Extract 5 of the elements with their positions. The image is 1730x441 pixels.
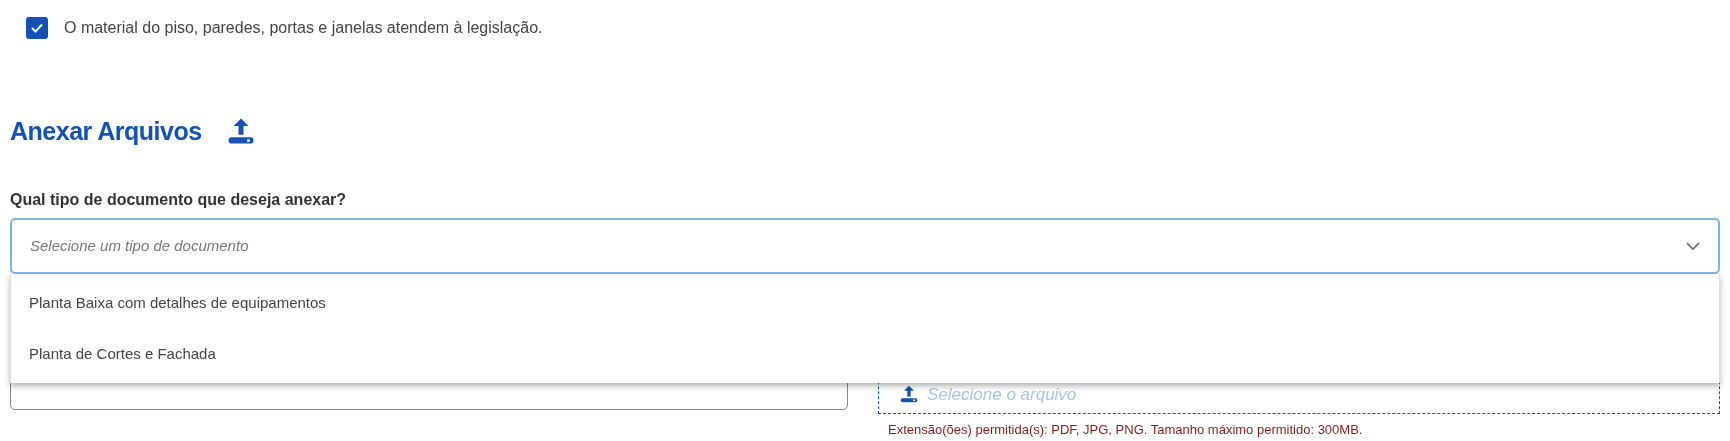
field-label: Qual tipo de documento que deseja anexar? xyxy=(10,190,348,210)
file-hint: Extensão(ões) permitida(s): PDF, JPG, PNG. Tamanho máximo permitido: 300MB. xyxy=(888,421,1364,439)
checkbox-label: O material do piso, paredes, portas e janelas atendem à legislação. xyxy=(64,18,543,38)
section-title: Anexar Arquivos xyxy=(10,116,202,146)
file-placeholder: Selecione o arquivo xyxy=(927,383,1077,406)
